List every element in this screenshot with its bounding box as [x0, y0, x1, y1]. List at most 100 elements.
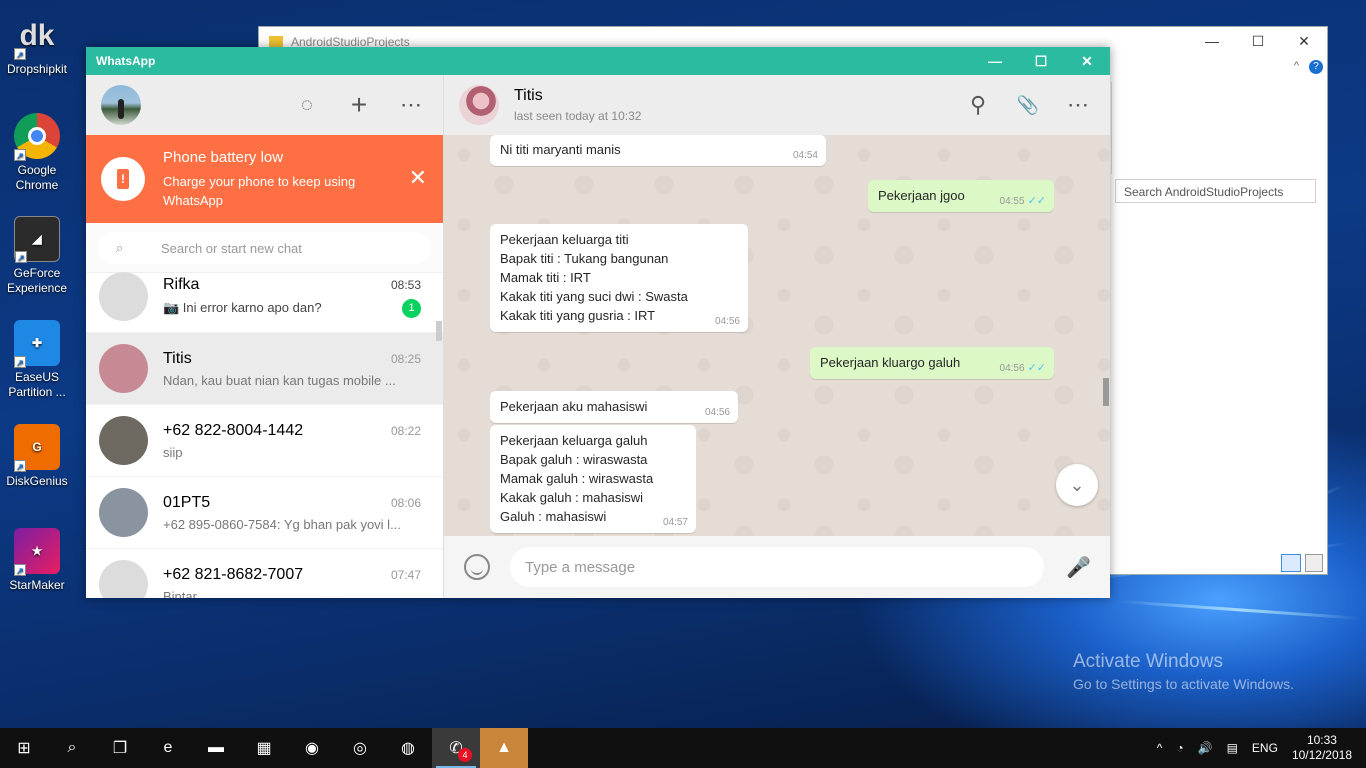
attach-icon[interactable]: 📎 — [1016, 95, 1040, 116]
microphone-icon[interactable]: 🎤 — [1066, 555, 1091, 580]
chat-preview: Ndan, kau buat nian kan tugas mobile ... — [163, 372, 396, 388]
large-icons-view-button[interactable] — [1305, 554, 1323, 572]
scroll-down-button[interactable]: ⌄ — [1056, 464, 1098, 506]
explorer-close-button[interactable]: ✕ — [1281, 27, 1327, 55]
chat-avatar — [99, 344, 148, 393]
edge-icon: e — [163, 739, 173, 756]
explorer-minimize-button[interactable]: — — [1189, 27, 1235, 55]
desktop-icon-label: EaseUS Partition ... — [8, 370, 66, 399]
conversation-header[interactable]: Titis last seen today at 10:32 ⚲ 📎 ⋯ — [444, 75, 1110, 135]
minimize-button[interactable]: — — [972, 47, 1018, 75]
chat-list-item[interactable]: 01PT5 08:06 +62 895-0860-7584: Yg bhan pak… — [86, 477, 443, 549]
desktop-icon-chrome[interactable]: ↗ Google Chrome — [0, 113, 74, 193]
menu-icon[interactable]: ⋯ — [1066, 92, 1090, 118]
language-indicator[interactable]: ENG — [1252, 741, 1278, 755]
contact-last-seen: last seen today at 10:32 — [514, 109, 642, 123]
desktop-icon-label: DiskGenius — [6, 474, 68, 488]
chat-time: 08:06 — [390, 495, 421, 510]
banner-close-icon[interactable]: ✕ — [409, 167, 427, 189]
task-view-button[interactable]: ❐ — [96, 728, 144, 768]
action-center-icon[interactable]: ▤ — [1227, 741, 1238, 755]
explorer-search-input[interactable]: Search AndroidStudioProjects — [1115, 179, 1316, 203]
dropshipkit-icon: dk ↗ — [14, 12, 60, 60]
file-explorer-app[interactable]: ▬ — [192, 728, 240, 768]
search-icon: ⌕ — [116, 240, 124, 255]
desktop-icon-geforce[interactable]: ◢ ↗ GeForce Experience — [0, 216, 74, 296]
chat-list-pane: ◌ + ⋯ ! Phone battery low Charge your ph… — [86, 75, 444, 598]
firefox-app[interactable]: ◉ — [288, 728, 336, 768]
whatsapp-count-badge: 4 — [458, 748, 472, 762]
search-input[interactable]: ⌕ Search or start new chat — [98, 232, 431, 264]
activate-windows-watermark: Activate Windows Go to Settings to activ… — [1073, 651, 1294, 692]
message-input[interactable]: Type a message — [510, 547, 1044, 587]
chat-list-item[interactable]: Rifka 08:53 📷 Ini error karno apo dan? 1 — [86, 261, 443, 333]
taskbar: ⊞ ⌕ ❐ e ▬ ▦ ◉ ◎ ◍ ✆ 4 ▲ ^ ◔ 🔊 ▤ ENG 10:33 10/12/201… — [0, 728, 1366, 768]
desktop-icon-label: StarMaker — [9, 578, 65, 592]
clock-time: 10:33 — [1306, 733, 1337, 747]
incoming-message[interactable]: Pekerjaan aku mahasiswi 04:56 — [490, 391, 738, 423]
composer: Type a message 🎤 — [444, 536, 1110, 598]
contact-avatar[interactable] — [459, 85, 499, 125]
start-button[interactable]: ⊞ — [0, 728, 48, 768]
firefox-icon: ◉ — [305, 740, 319, 757]
chat-name: Rifka — [163, 275, 200, 293]
desktop-icon-label: Google Chrome — [15, 163, 59, 192]
chat-preview: +62 895-0860-7584: Yg bhan pak yovi l... — [163, 516, 401, 532]
message-text: Kakak titi yang gusria : IRT — [500, 308, 656, 323]
search-icon[interactable]: ⚲ — [966, 92, 990, 118]
incoming-message[interactable]: Ni titi maryanti manis 04:54 — [490, 135, 826, 166]
chat-name: +62 822-8004-1442 — [163, 421, 304, 439]
file-explorer-icon: ▬ — [208, 739, 224, 756]
read-ticks-icon: ✓✓ — [1027, 362, 1046, 374]
incoming-message[interactable]: Pekerjaan keluarga titi Bapak titi : Tuka… — [490, 224, 748, 332]
store-app[interactable]: ▦ — [240, 728, 288, 768]
desktop-icon-label: GeForce Experience — [6, 266, 68, 295]
chevron-up-icon[interactable]: ^ — [1157, 741, 1163, 755]
outgoing-message[interactable]: Pekerjaan jgoo 04:55 ✓✓ — [868, 180, 1054, 212]
android-studio-app[interactable]: ▲ — [480, 728, 528, 768]
edge-app[interactable]: e — [144, 728, 192, 768]
message-text: Pekerjaan keluarga titi — [500, 232, 629, 247]
close-button[interactable]: ✕ — [1064, 47, 1110, 75]
desktop-icon-dropshipkit[interactable]: dk ↗ Dropshipkit — [0, 12, 74, 77]
desktop-icon-easeus[interactable]: ✚ ↗ EaseUS Partition ... — [0, 320, 74, 400]
maximize-button[interactable]: ☐ — [1018, 47, 1064, 75]
help-icon[interactable]: ? — [1309, 60, 1323, 74]
status-icon[interactable]: ◌ — [295, 94, 319, 117]
whatsapp-app[interactable]: ✆ 4 — [432, 728, 480, 768]
chat-preview: 📷 Ini error karno apo dan? — [163, 300, 322, 315]
chrome-app[interactable]: ◍ — [384, 728, 432, 768]
wifi-icon[interactable]: ◔ — [1176, 741, 1183, 755]
chat-list-item[interactable]: +62 821-8682-7007 07:47 Bintar — [86, 549, 443, 598]
message-scrollbar[interactable] — [1103, 378, 1109, 406]
chat-name: 01PT5 — [163, 493, 211, 511]
desktop-icon-diskgenius[interactable]: G ↗ DiskGenius — [0, 424, 74, 489]
uc-browser-app[interactable]: ◎ — [336, 728, 384, 768]
conversation-pane: Titis last seen today at 10:32 ⚲ 📎 ⋯ ⌄ N… — [444, 75, 1110, 598]
message-time: 04:55 ✓✓ — [999, 195, 1046, 207]
divider — [1111, 82, 1112, 174]
outgoing-message[interactable]: Pekerjaan kluargo galuh 04:56 ✓✓ — [810, 347, 1054, 379]
menu-icon[interactable]: ⋯ — [399, 92, 423, 118]
chat-list-item[interactable]: Titis 08:25 Ndan, kau buat nian kan tugas … — [86, 333, 443, 405]
chat-list-scrollbar[interactable] — [436, 321, 442, 341]
desktop-icon-starmaker[interactable]: ★ ↗ StarMaker — [0, 528, 74, 593]
emoji-icon[interactable] — [464, 554, 490, 580]
my-avatar[interactable] — [101, 85, 141, 125]
desktop-icon-label: Dropshipkit — [6, 62, 68, 76]
explorer-maximize-button[interactable]: ☐ — [1235, 27, 1281, 55]
details-view-button[interactable] — [1281, 554, 1301, 572]
store-icon: ▦ — [256, 740, 272, 757]
ribbon-collapse-icon[interactable]: ^ — [1294, 60, 1299, 72]
search-icon: ⌕ — [67, 739, 77, 756]
volume-icon[interactable]: 🔊 — [1198, 741, 1213, 755]
chat-list-item[interactable]: +62 822-8004-1442 08:22 siip — [86, 405, 443, 477]
whatsapp-window[interactable]: WhatsApp — ☐ ✕ ◌ + ⋯ ! Phone battery low… — [86, 47, 1110, 598]
contact-name: Titis — [514, 87, 543, 104]
chat-time: 08:53 — [390, 277, 421, 292]
search-button[interactable]: ⌕ — [48, 728, 96, 768]
incoming-message[interactable]: Pekerjaan keluarga galuh Bapak galuh : wi… — [490, 425, 696, 533]
clock[interactable]: 10:33 10/12/2018 — [1292, 733, 1352, 763]
new-chat-icon[interactable]: + — [347, 89, 371, 121]
whatsapp-titlebar[interactable]: WhatsApp — ☐ ✕ — [86, 47, 1110, 75]
